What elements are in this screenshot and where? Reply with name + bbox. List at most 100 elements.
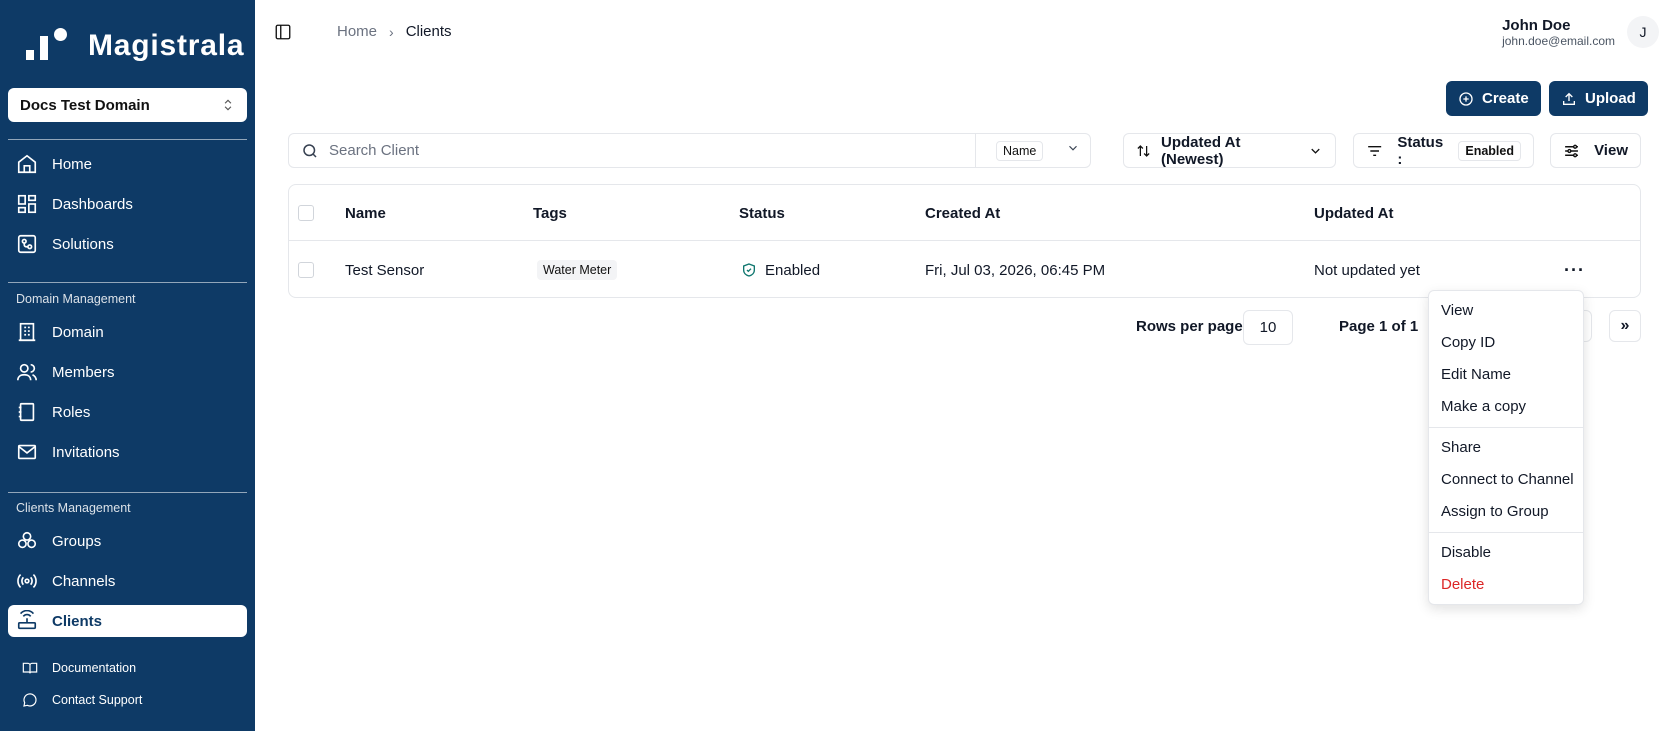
upload-button[interactable]: Upload <box>1549 81 1648 116</box>
sidebar-item-label: Invitations <box>52 443 120 461</box>
breadcrumb-home-link[interactable]: Home <box>337 23 377 40</box>
section-label-domain-management: Domain Management <box>16 292 136 306</box>
row-checkbox[interactable] <box>298 262 314 278</box>
upload-icon <box>1563 92 1575 105</box>
menu-item-connect-channel[interactable]: Connect to Channel <box>1441 469 1574 491</box>
divider <box>8 492 247 493</box>
user-name: John Doe <box>1502 17 1571 34</box>
menu-item-disable[interactable]: Disable <box>1441 542 1491 564</box>
menu-divider <box>1429 532 1583 533</box>
sidebar-item-label: Groups <box>52 532 102 550</box>
column-header-updated-at[interactable]: Updated At <box>1314 185 1393 241</box>
sidebar-item-channels[interactable]: Channels <box>8 565 247 597</box>
menu-item-edit-name[interactable]: Edit Name <box>1441 364 1511 386</box>
message-circle-icon <box>23 693 37 707</box>
table-header-row: Name Tags Status Created At Updated At <box>289 185 1640 241</box>
select-all-checkbox[interactable] <box>298 205 314 221</box>
divider <box>8 282 247 283</box>
arrow-up-down-icon <box>1137 144 1150 157</box>
create-button-label: Create <box>1482 90 1529 107</box>
column-header-created-at[interactable]: Created At <box>925 185 1000 241</box>
sidebar-item-clients[interactable]: Clients <box>8 605 247 637</box>
chevron-down-icon <box>1311 148 1320 154</box>
create-button[interactable]: Create <box>1446 81 1541 116</box>
sidebar-item-contact-support[interactable]: Contact Support <box>8 687 247 713</box>
search-icon <box>301 142 319 160</box>
sidebar-item-label: Channels <box>52 572 116 590</box>
sidebar-item-label: Dashboards <box>52 195 133 213</box>
view-options-label: View <box>1594 142 1628 159</box>
menu-item-share[interactable]: Share <box>1441 437 1481 459</box>
view-options-button[interactable]: View <box>1550 133 1641 168</box>
search-bar: Name <box>288 133 1091 168</box>
sidebar-item-label: Clients <box>52 612 103 630</box>
last-page-button[interactable]: » <box>1609 310 1641 342</box>
sidebar-item-dashboards[interactable]: Dashboards <box>8 188 247 220</box>
sidebar-toggle-button[interactable] <box>274 23 292 41</box>
chevron-down-icon <box>1066 141 1080 160</box>
domain-switcher[interactable]: Docs Test Domain <box>8 88 247 122</box>
sidebar-item-solutions[interactable]: Solutions <box>8 228 247 260</box>
avatar[interactable]: J <box>1627 16 1659 48</box>
dashboard-icon <box>17 194 37 214</box>
sidebar-item-groups[interactable]: Groups <box>8 525 247 557</box>
row-select-cell <box>298 242 314 298</box>
column-header-tags[interactable]: Tags <box>533 185 567 241</box>
select-all-cell <box>298 185 314 241</box>
domain-name: Docs Test Domain <box>20 96 150 114</box>
sidebar-item-documentation[interactable]: Documentation <box>8 655 247 681</box>
status-filter-value: Enabled <box>1458 140 1521 161</box>
status-badge: Enabled <box>765 261 821 279</box>
column-header-status[interactable]: Status <box>739 185 785 241</box>
page-indicator: Page 1 of 1 <box>1339 318 1419 335</box>
section-label-clients-management: Clients Management <box>16 501 131 515</box>
chevrons-up-down-icon <box>224 99 232 111</box>
sidebar-item-home[interactable]: Home <box>8 148 247 180</box>
menu-item-assign-group[interactable]: Assign to Group <box>1441 501 1549 523</box>
breadcrumb: Home › Clients <box>337 23 452 40</box>
groups-icon <box>17 531 37 549</box>
sort-label: Updated At (Newest) <box>1161 133 1241 168</box>
breadcrumb-current: Clients <box>405 23 452 40</box>
sidebar-item-roles[interactable]: Roles <box>8 396 247 428</box>
mail-icon <box>17 444 37 460</box>
plus-circle-icon <box>1459 91 1473 106</box>
sidebar-item-members[interactable]: Members <box>8 356 247 388</box>
search-field-select[interactable]: Name <box>975 134 1090 167</box>
rows-per-page-select[interactable]: 10 <box>1243 310 1293 345</box>
sidebar-item-invitations[interactable]: Invitations <box>8 436 247 468</box>
user-email: john.doe@email.com <box>1502 34 1615 48</box>
search-field-value: Name <box>996 140 1044 161</box>
column-header-name[interactable]: Name <box>345 185 386 241</box>
sidebar-item-label: Solutions <box>52 235 114 253</box>
logo-mark-icon <box>26 28 72 64</box>
menu-item-view[interactable]: View <box>1441 300 1473 322</box>
book-icon <box>18 402 35 422</box>
home-icon <box>17 154 37 174</box>
brand-name: Magistrala <box>88 29 245 62</box>
sidebar-item-domain[interactable]: Domain <box>8 316 247 348</box>
filter-icon <box>1368 145 1382 156</box>
status-filter-button[interactable]: Status : Enabled <box>1353 133 1534 168</box>
sidebar-item-label: Documentation <box>52 661 137 675</box>
user-info[interactable]: John Doe john.doe@email.com <box>1502 17 1615 49</box>
sidebar-item-label: Contact Support <box>52 693 143 707</box>
menu-item-delete[interactable]: Delete <box>1441 574 1484 596</box>
search-input[interactable] <box>329 142 969 159</box>
sort-button[interactable]: Updated At (Newest) <box>1123 133 1336 168</box>
sidebar-item-label: Domain <box>52 323 104 341</box>
menu-item-make-copy[interactable]: Make a copy <box>1441 396 1526 418</box>
divider <box>8 139 247 140</box>
sidebar: Magistrala Docs Test Domain Home Dashboa… <box>0 0 255 731</box>
rows-per-page-label: Rows per page <box>1136 318 1243 335</box>
upload-button-label: Upload <box>1585 90 1636 107</box>
sidebar-item-label: Home <box>52 155 93 173</box>
menu-divider <box>1429 427 1583 428</box>
router-icon <box>17 610 37 630</box>
client-name[interactable]: Test Sensor <box>345 242 424 298</box>
menu-item-copy-id[interactable]: Copy ID <box>1441 332 1495 354</box>
updated-at-cell: Not updated yet <box>1314 261 1420 279</box>
building-icon <box>18 322 36 342</box>
status-cell: Enabled <box>741 242 820 298</box>
chevron-right-icon: › <box>389 23 394 40</box>
